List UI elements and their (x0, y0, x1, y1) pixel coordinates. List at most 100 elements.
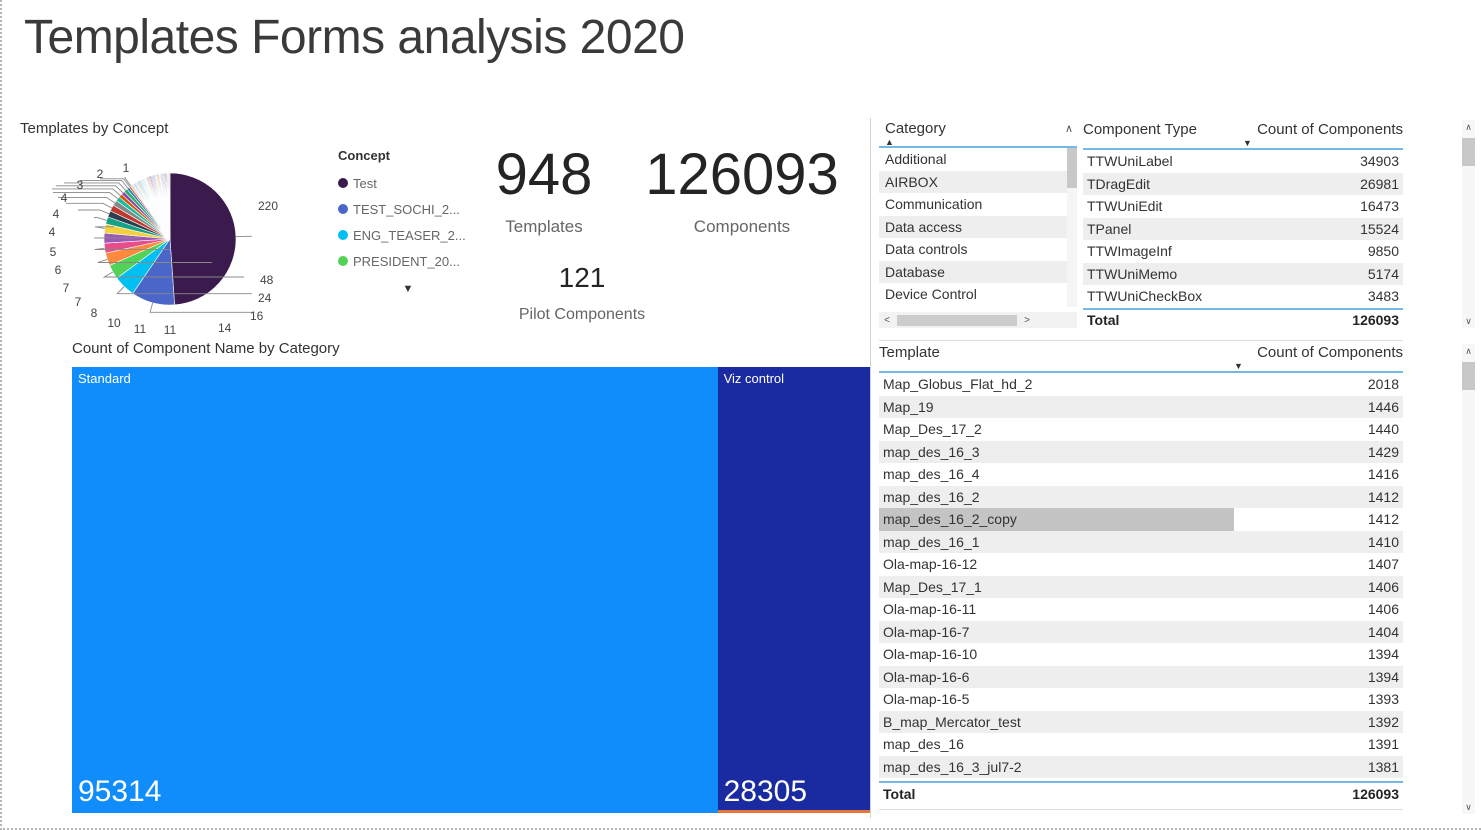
pie-data-label: 1 (123, 161, 130, 175)
table-body[interactable]: TTWUniLabel34903TDragEdit26981TTWUniEdit… (1083, 150, 1403, 308)
slicer-item[interactable]: Device Control (879, 283, 1077, 306)
legend-item-label: ENG_TEASER_2... (353, 228, 466, 243)
column-header-component-type[interactable]: Component Type (1083, 121, 1243, 138)
pie-data-label: 8 (91, 306, 98, 320)
cell-count-of-components: 1392 (1234, 711, 1403, 734)
slicer-horizontal-scrollbar[interactable]: < > (879, 312, 1077, 328)
cell-count-of-components: 1446 (1234, 396, 1403, 419)
table-row[interactable]: B_map_Mercator_test1392 (879, 711, 1403, 734)
slicer-item[interactable]: Communication (879, 193, 1077, 216)
table-row[interactable] (879, 778, 1403, 781)
table-row[interactable]: Map_Globus_Flat_hd_22018 (879, 373, 1403, 396)
scrollbar-thumb[interactable] (897, 315, 1017, 326)
pie-slices[interactable] (104, 173, 236, 305)
page-scrollbar-top[interactable]: ∧ ∨ (1462, 120, 1475, 328)
kpi-card-components: 126093 Components (622, 146, 862, 237)
chevron-right-icon[interactable]: > (1019, 315, 1035, 326)
table-row[interactable]: TTWUniCheckBox3483 (1083, 285, 1403, 308)
table-row[interactable]: map_des_16_2_copy1412 (879, 508, 1403, 531)
table-row[interactable]: Ola-map-16-121407 (879, 553, 1403, 576)
chevron-down-icon[interactable]: ∨ (1462, 314, 1475, 328)
slicer-header[interactable]: Category ▲ ∧ (879, 118, 1077, 148)
table-row[interactable]: TTWUniMemo5174 (1083, 263, 1403, 286)
cell-template-name (879, 778, 1234, 781)
table-row[interactable]: map_des_161391 (879, 733, 1403, 756)
slicer-item[interactable]: AIRBOX (879, 171, 1077, 194)
treemap-plot[interactable]: Standard95314 Viz control 28305 (72, 367, 870, 813)
pie-slice[interactable] (170, 173, 236, 305)
table-row[interactable]: TTWUniEdit16473 (1083, 195, 1403, 218)
pie-chart-plot[interactable]: 2204824161411111087765444321 (22, 144, 342, 334)
pie-data-label: 14 (218, 321, 232, 334)
sort-descending-icon[interactable]: ▼ (1243, 140, 1252, 147)
table-header-row[interactable]: Component Type Count of Components ▼ (1083, 118, 1403, 150)
pie-data-label: 6 (55, 263, 62, 277)
column-header-count-of-components[interactable]: Count of Components ▼ (1243, 121, 1403, 138)
pie-chart-svg[interactable]: 2204824161411111087765444321 (22, 144, 342, 334)
table-row[interactable]: map_des_16_31429 (879, 441, 1403, 464)
chevron-down-icon[interactable]: ∨ (1462, 800, 1475, 814)
table-row[interactable]: TPanel15524 (1083, 218, 1403, 241)
slicer-vertical-scrollbar[interactable] (1067, 148, 1077, 307)
treemap-tile-label: Standard (78, 371, 131, 386)
table-row[interactable]: Map_Des_17_11406 (879, 576, 1403, 599)
table-row[interactable]: map_des_16_21412 (879, 486, 1403, 509)
table-row[interactable]: Map_Des_17_21440 (879, 418, 1403, 441)
table-row[interactable]: Ola-map-16-101394 (879, 643, 1403, 666)
scrollbar-thumb[interactable] (1462, 138, 1475, 166)
pie-leader-line (66, 203, 112, 208)
legend-item[interactable]: ENG_TEASER_2... (338, 222, 488, 248)
pie-data-label: 7 (63, 281, 70, 295)
table-body[interactable]: Map_Globus_Flat_hd_22018Map_191446Map_De… (879, 373, 1403, 781)
kpi-label: Templates (482, 217, 606, 237)
slicer-item[interactable]: Database (879, 261, 1077, 284)
legend-item[interactable]: Test (338, 170, 488, 196)
treemap-tile-value: 28305 (724, 775, 807, 809)
table-row[interactable]: Map_191446 (879, 396, 1403, 419)
category-slicer[interactable]: Category ▲ ∧ AdditionalAIRBOXCommunicati… (879, 118, 1077, 328)
table-header-row[interactable]: Template Count of Components ▼ (879, 341, 1403, 373)
cell-count-of-components: 1394 (1234, 643, 1403, 666)
table-row[interactable]: Ola-map-16-51393 (879, 688, 1403, 711)
kpi-label: Pilot Components (492, 306, 672, 324)
table-row[interactable]: Ola-map-16-71404 (879, 621, 1403, 644)
column-header-count-of-components[interactable]: Count of Components ▼ (1234, 344, 1403, 361)
slicer-item[interactable]: Data controls (879, 238, 1077, 261)
treemap-tile-label: Viz control (724, 371, 784, 386)
component-type-table[interactable]: Component Type Count of Components ▼ TTW… (1083, 118, 1403, 333)
slicer-item-list[interactable]: AdditionalAIRBOXCommunicationData access… (879, 148, 1077, 306)
table-row[interactable]: TDragEdit26981 (1083, 173, 1403, 196)
treemap-tile[interactable]: Viz control 28305 (718, 367, 870, 813)
chevron-up-icon[interactable]: ∧ (1462, 344, 1475, 358)
treemap-tile[interactable]: Standard95314 (72, 367, 718, 813)
cell-template-name: Map_Des_17_1 (879, 576, 1234, 599)
table-row[interactable]: Ola-map-16-111406 (879, 598, 1403, 621)
table-row[interactable]: TTWImageInf9850 (1083, 240, 1403, 263)
legend-items[interactable]: TestTEST_SOCHI_2... ENG_TEASER_2... PRESID… (338, 170, 488, 274)
sort-descending-icon[interactable]: ▼ (1234, 363, 1243, 370)
table-row[interactable]: TTWUniLabel34903 (1083, 150, 1403, 173)
column-header-template[interactable]: Template (879, 344, 1234, 361)
table-row[interactable]: Ola-map-16-61394 (879, 666, 1403, 689)
page-scrollbar-bottom[interactable]: ∧ ∨ (1462, 344, 1475, 814)
legend-item[interactable]: PRESIDENT_20... (338, 248, 488, 274)
chevron-down-icon[interactable]: ▼ (338, 283, 478, 295)
cell-count-of-components: 1393 (1234, 688, 1403, 711)
template-table[interactable]: Template Count of Components ▼ Map_Globu… (879, 340, 1403, 810)
table-row[interactable]: map_des_16_3_jul7-21381 (879, 756, 1403, 779)
pie-data-label: 220 (258, 199, 278, 213)
scrollbar-thumb[interactable] (1462, 362, 1475, 390)
chevron-up-icon[interactable]: ∧ (1065, 122, 1073, 135)
slicer-item[interactable]: Data access (879, 216, 1077, 239)
table-row[interactable]: map_des_16_41416 (879, 463, 1403, 486)
scrollbar-thumb[interactable] (1067, 148, 1077, 188)
slicer-item[interactable]: Additional (879, 148, 1077, 171)
legend-item[interactable]: TEST_SOCHI_2... (338, 196, 488, 222)
legend-color-swatch (338, 230, 348, 240)
cell-template-name: Ola-map-16-5 (879, 688, 1234, 711)
chevron-left-icon[interactable]: < (879, 315, 895, 326)
table-row[interactable]: map_des_16_11410 (879, 531, 1403, 554)
chevron-up-icon[interactable]: ∧ (1462, 120, 1475, 134)
sort-ascending-icon[interactable]: ▲ (885, 138, 894, 146)
cell-template-name: Ola-map-16-11 (879, 598, 1234, 621)
